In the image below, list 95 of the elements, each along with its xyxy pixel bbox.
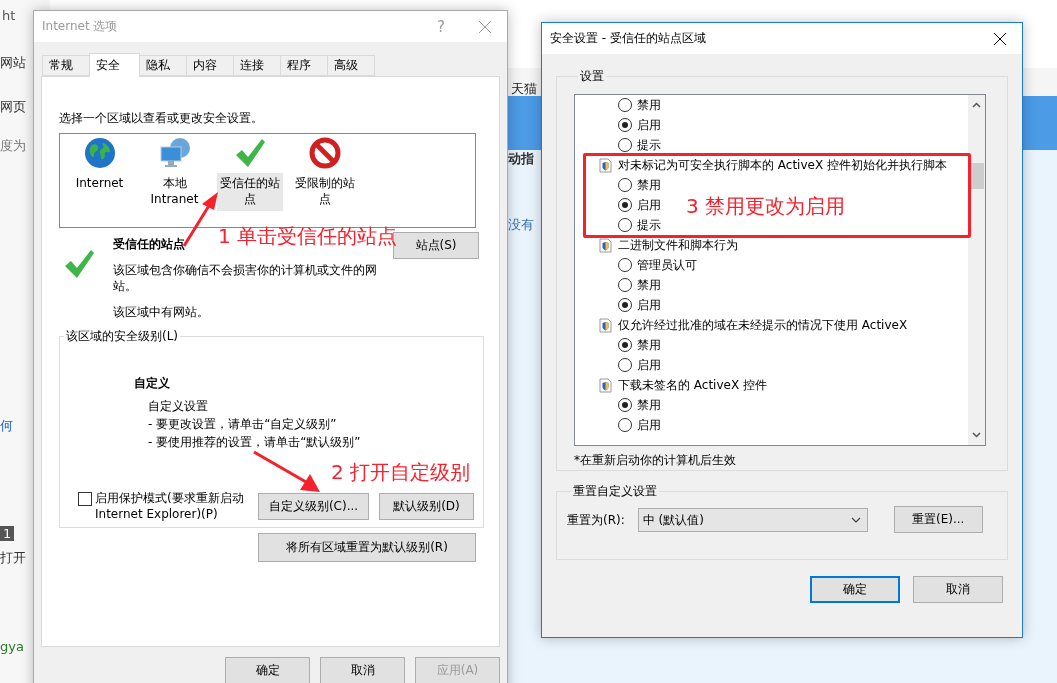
radio-label: 禁用 (637, 337, 661, 353)
radio-button[interactable] (618, 298, 632, 312)
annotation-text: 3 禁用更改为启用 (686, 194, 846, 218)
chevron-down-icon (850, 516, 861, 523)
setting-heading: 仅允许经过批准的域在未经提示的情况下使用 ActiveX (618, 317, 908, 333)
radio-button[interactable] (618, 418, 632, 432)
zone-item[interactable]: 本地 Intranet (141, 173, 208, 211)
radio-button[interactable] (618, 178, 632, 192)
radio-button[interactable] (618, 278, 632, 292)
tab[interactable]: 连接 (233, 55, 281, 76)
reset-level-dropdown[interactable]: 中 (默认值) (637, 507, 868, 532)
instruction-text: 选择一个区域以查看或更改安全设置。 (59, 110, 264, 126)
checkbox-label: 启用保护模式(要求重新启动 Internet Explorer)(P) (95, 490, 245, 522)
zone-item[interactable]: 受信任的站点 (216, 173, 283, 211)
zone-item[interactable]: Internet (66, 173, 133, 195)
footnote-text: *在重新启动你的计算机后生效 (574, 452, 737, 468)
arrow (253, 450, 320, 492)
radio-button[interactable] (618, 258, 632, 272)
field-label: 重置为(R): (567, 511, 625, 528)
dialog-button[interactable]: 确定 (225, 657, 310, 683)
radio-label: 提示 (637, 137, 661, 153)
radio-label: 禁用 (637, 97, 661, 113)
shield-document-icon (599, 157, 612, 173)
radio-button[interactable] (618, 218, 632, 232)
computer-globe-icon (158, 137, 191, 169)
radio-label: 提示 (637, 217, 661, 233)
radio-button[interactable] (618, 138, 632, 152)
tab[interactable]: 程序 (280, 55, 328, 76)
default-level-button[interactable]: 默认级别(D) (379, 493, 474, 520)
background-text: 1 (0, 526, 15, 541)
checkbox[interactable] (78, 492, 92, 506)
radio-label: 启用 (637, 357, 661, 373)
background-text: 天猫 (511, 80, 537, 98)
reset-button[interactable]: 重置(E)... (893, 506, 983, 533)
setting-heading: 对未标记为可安全执行脚本的 ActiveX 控件初始化并执行脚本 (618, 157, 947, 173)
shield-document-icon (599, 317, 612, 333)
globe-icon (83, 137, 116, 169)
tab[interactable]: 内容 (186, 55, 234, 76)
shield-document-icon (599, 377, 612, 393)
group-title: 该区域的安全级别(L) (65, 328, 180, 345)
radio-label: 启用 (637, 417, 661, 433)
chevron-up-icon (972, 102, 981, 108)
radio-label: 禁用 (637, 277, 661, 293)
chevron-down-icon (972, 432, 981, 438)
level-detail-text: - 要使用推荐的设置，请单击“默认级别” (148, 434, 362, 451)
background-text: 网站 (0, 54, 26, 72)
level-detail-text: 自定义设置 (148, 398, 209, 415)
radio-button[interactable] (618, 198, 632, 212)
group-title: 设置 (579, 68, 605, 85)
radio-label: 管理员认可 (637, 257, 697, 273)
prohibited-icon (308, 137, 341, 169)
group-title: 重置自定义设置 (572, 483, 658, 500)
radio-button[interactable] (618, 98, 632, 112)
radio-button[interactable] (618, 118, 632, 132)
background-text: 网页 (0, 98, 26, 116)
background-text: 何 (0, 417, 13, 435)
setting-heading: 下载未签名的 ActiveX 控件 (618, 377, 767, 393)
radio-button[interactable] (618, 338, 632, 352)
reset-all-zones-button[interactable]: 将所有区域重置为默认级别(R) (258, 533, 476, 562)
background-text: ht (2, 8, 16, 23)
zone-title: 受信任的站点 (113, 236, 185, 252)
dropdown-value: 中 (默认值) (642, 511, 704, 528)
zone-item[interactable]: 受限制的站点 (291, 173, 358, 211)
tab[interactable]: 高级 (327, 55, 375, 76)
radio-button[interactable] (618, 358, 632, 372)
zone-note: 该区域中有网站。 (113, 304, 210, 320)
shield-document-icon (599, 237, 612, 253)
annotation-text: 2 打开自定级别 (331, 460, 471, 484)
background-text: 度为 (0, 137, 26, 155)
close-icon (479, 20, 491, 33)
custom-level-button[interactable]: 自定义级别(C)... (258, 493, 369, 520)
radio-label: 禁用 (637, 397, 661, 413)
level-name: 自定义 (134, 375, 171, 391)
radio-label: 启用 (637, 117, 661, 133)
background-text: gya (0, 639, 24, 654)
dialog-button[interactable]: 取消 (913, 576, 1003, 603)
tab[interactable]: 隐私 (139, 55, 187, 76)
background-text: 打开 (0, 549, 26, 567)
dialog-button[interactable]: 取消 (320, 657, 405, 683)
radio-label: 启用 (637, 197, 661, 213)
setting-heading: 二进制文件和脚本行为 (618, 237, 738, 253)
close-icon (994, 32, 1006, 45)
checkmark-icon (63, 248, 95, 280)
window-title: 安全设置 - 受信任的站点区域 (550, 30, 707, 47)
level-detail-text: - 要更改设置，请单击“自定义级别” (148, 416, 338, 433)
background-text: 没有 (508, 216, 534, 234)
radio-label: 禁用 (637, 177, 661, 193)
background-text: 动指 (508, 150, 534, 168)
zone-description: 该区域包含你确信不会损害你的计算机或文件的网站。 (113, 262, 378, 294)
radio-label: 启用 (637, 297, 661, 313)
dialog-button[interactable]: 确定 (810, 576, 900, 603)
window-title: Internet 选项 (42, 18, 119, 35)
radio-button[interactable] (618, 398, 632, 412)
tab[interactable]: 安全 (89, 53, 140, 77)
tab[interactable]: 常规 (42, 55, 90, 76)
